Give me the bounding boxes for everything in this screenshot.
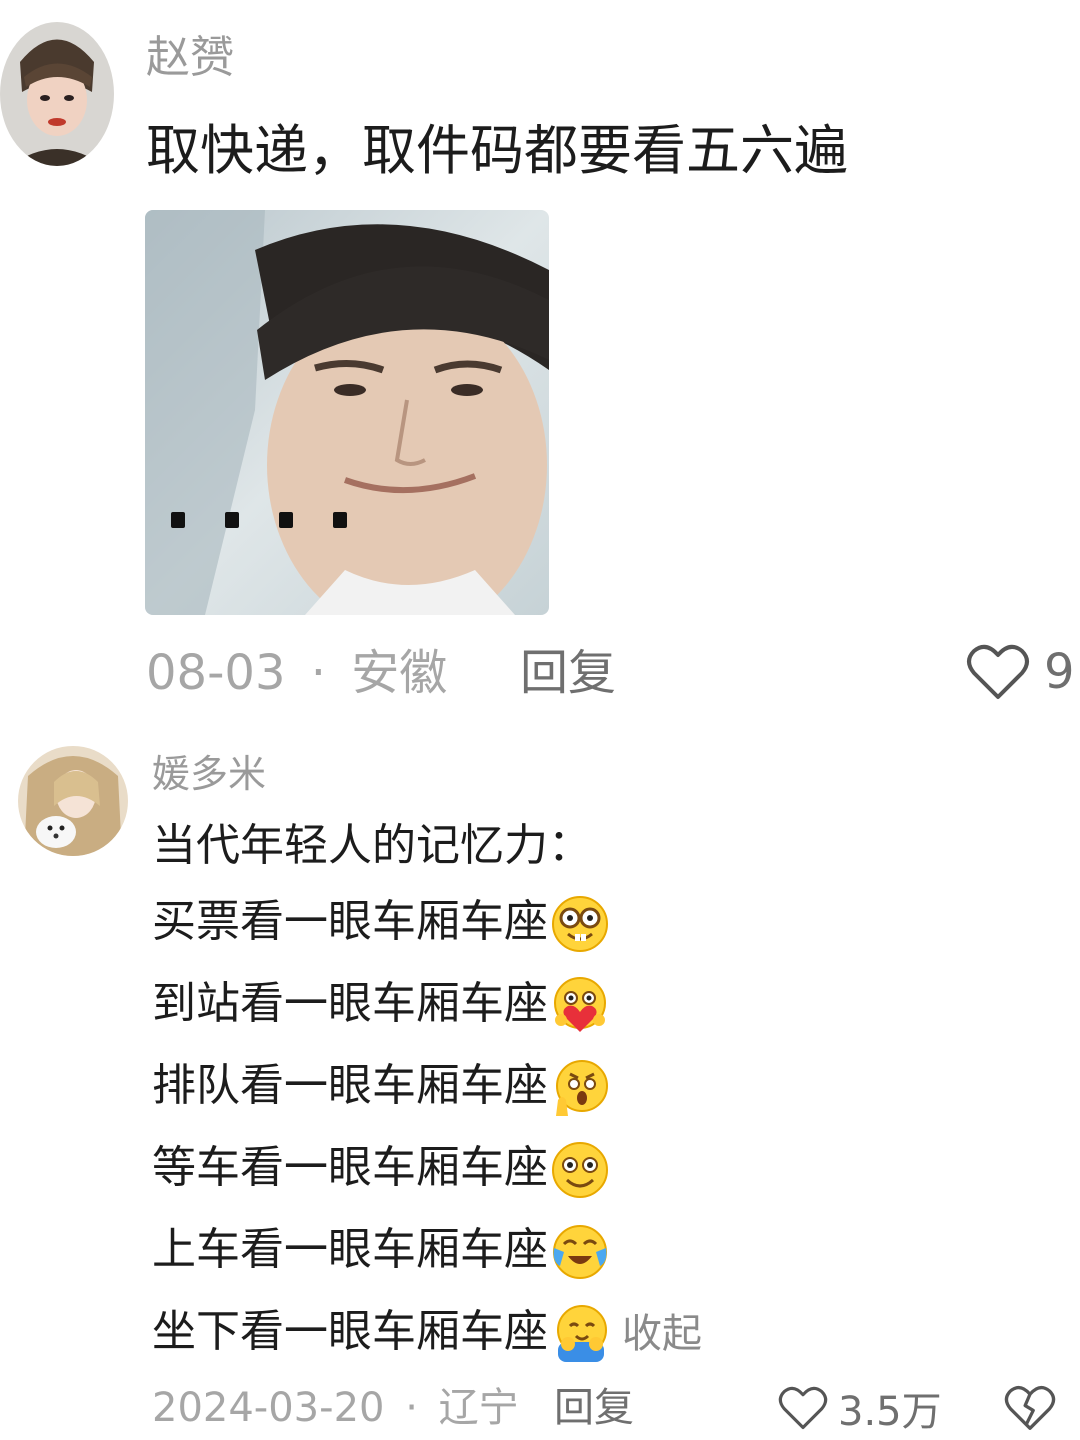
comment-line-text: 上车看一眼车厢车座 (152, 1224, 548, 1275)
heart-outline-icon (778, 1386, 828, 1430)
comment-line-5: 等车看一眼车厢车座 (152, 1138, 610, 1200)
like-button[interactable]: 3.5万 (778, 1382, 942, 1435)
reply-button[interactable]: 回复 (520, 642, 616, 704)
face-holding-heart-emoji (554, 977, 606, 1032)
comment-line-text: 买票看一眼车厢车座 (152, 896, 548, 947)
comment-line-2: 买票看一眼车厢车座 (152, 892, 610, 954)
comment-line-text: 等车看一眼车厢车座 (152, 1142, 548, 1193)
dislike-button[interactable] (1004, 1382, 1056, 1434)
comment-image[interactable] (145, 210, 549, 615)
comment-line-7: 坐下看一眼车厢车座 收起 (152, 1302, 702, 1364)
collapse-button[interactable]: 收起 (622, 1311, 702, 1357)
smiling-face-emoji (552, 1142, 608, 1198)
like-count: 3.5万 (838, 1389, 942, 1435)
crying-laughing-emoji (553, 1225, 607, 1279)
comment-date: 08-03 (146, 645, 286, 701)
comment-line-1: 当代年轻人的记忆力： (152, 820, 592, 871)
meme-photo (145, 210, 549, 615)
avatar-image (0, 22, 114, 166)
comment-location: 安徽 (351, 645, 448, 701)
broken-heart-icon (1004, 1385, 1056, 1430)
like-button[interactable]: 9 (966, 640, 1075, 704)
comment-date: 2024-03-20 (152, 1385, 385, 1431)
comment-line-text: 排队看一眼车厢车座 (152, 1060, 548, 1111)
reply-button[interactable]: 回复 (554, 1382, 634, 1434)
username[interactable]: 媛多米 (152, 748, 266, 800)
comment-meta: 2024-03-20 · 辽宁 (152, 1382, 519, 1434)
comment-line-text: 坐下看一眼车厢车座 (152, 1306, 548, 1357)
heart-outline-icon (967, 644, 1029, 699)
comment-meta: 08-03 · 安徽 (146, 642, 447, 704)
comment-location: 辽宁 (438, 1385, 519, 1431)
meta-separator: · (405, 1385, 418, 1431)
nerd-face-emoji (552, 896, 608, 952)
meta-separator: · (310, 645, 327, 701)
avatar-user2[interactable] (18, 746, 128, 856)
comment-text: 取快递，取件码都要看五六遍 (146, 119, 848, 182)
hugging-face-emoji (557, 1305, 607, 1362)
like-count: 9 (1044, 644, 1075, 700)
shocked-face-emoji (556, 1060, 608, 1116)
comment-line-3: 到站看一眼车厢车座 (152, 974, 610, 1036)
avatar-user1[interactable] (0, 22, 114, 166)
avatar-image (18, 746, 128, 856)
username[interactable]: 赵赟 (146, 30, 234, 86)
comment-line-4: 排队看一眼车厢车座 (152, 1056, 610, 1118)
comment-line-6: 上车看一眼车厢车座 (152, 1220, 610, 1282)
comment-line-text: 到站看一眼车厢车座 (152, 978, 548, 1029)
